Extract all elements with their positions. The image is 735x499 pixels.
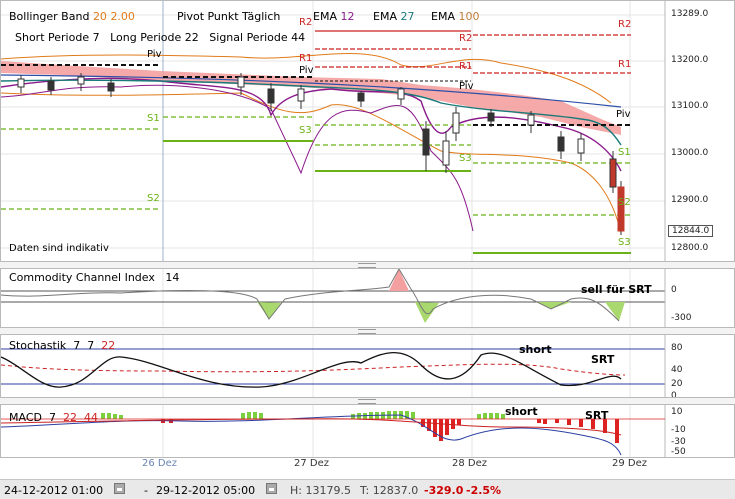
cci-axis: 0 -300	[671, 285, 692, 323]
tag-r1: R1	[459, 61, 473, 72]
stochastic-axis: 80 40 20 0	[671, 343, 683, 398]
calendar-icon[interactable]	[266, 483, 277, 494]
current-price-tag: 12844.0	[668, 225, 714, 237]
tag-s2: S2	[147, 193, 160, 204]
cci-label: Commodity Channel Index 14	[9, 271, 180, 284]
price-panel[interactable]: Bollinger Band 20 2.00 Pivot Punkt Tägli…	[0, 0, 735, 262]
tag-r2: R2	[618, 19, 632, 30]
price-axis: 13289.0 13200.0 13100.0 13000.0 12900.0 …	[665, 1, 734, 261]
tag-r2: R2	[459, 33, 473, 44]
macd-chart	[1, 405, 666, 457]
tag-s2: S2	[618, 197, 631, 208]
cci-annotation: sell für SRT	[581, 283, 652, 296]
calendar-icon[interactable]	[114, 483, 125, 494]
tag-s1: S1	[618, 147, 631, 158]
cci-panel[interactable]: Commodity Channel Index 14 sell für SRT …	[0, 268, 735, 328]
range-separator: -	[144, 484, 148, 497]
xaxis-date: 29 Dez	[612, 458, 648, 469]
xaxis-date: 28 Dez	[452, 458, 488, 469]
tag-s3: S3	[299, 125, 312, 136]
change-value: -329.0	[424, 484, 464, 497]
ema-100-label: EMA 100	[431, 10, 480, 23]
tag-r2: R2	[299, 17, 313, 28]
tag-r1: R1	[299, 53, 313, 64]
tag-s3: S3	[459, 153, 472, 164]
tag-piv: Piv	[459, 81, 474, 92]
status-bar: 24-12-2012 01:00 - 29-12-2012 05:00 H: 1…	[0, 479, 735, 499]
macd-params-label: Short Periode 7 Long Periode 22 Signal P…	[15, 31, 306, 44]
ema-12-label: EMA 12	[313, 10, 355, 23]
to-date[interactable]: 29-12-2012 05:00	[156, 484, 255, 497]
xaxis-date: 26 Dez	[142, 458, 178, 469]
stochastic-panel[interactable]: Stochastik 7 7 22 short SRT 80 40 20 0	[0, 334, 735, 398]
bollinger-label: Bollinger Band 20 2.00	[9, 10, 135, 23]
tag-piv: Piv	[299, 65, 314, 76]
stochastic-label: Stochastik 7 7 22	[9, 339, 116, 352]
tag-s3: S3	[618, 237, 631, 248]
stochastic-srt-annotation: SRT	[591, 353, 615, 366]
from-date[interactable]: 24-12-2012 01:00	[4, 484, 103, 497]
change-percent: -2.5%	[466, 484, 502, 497]
low-value: T: 12837.0	[360, 484, 419, 497]
ema-27-label: EMA 27	[373, 10, 415, 23]
macd-label: MACD 7 22 44	[9, 411, 98, 424]
macd-panel[interactable]: MACD 7 22 44 short SRT 10 -10 -30 -50	[0, 404, 735, 458]
pivot-label: Pivot Punkt Täglich	[177, 10, 281, 23]
macd-axis: 10 -10 -30 -50	[671, 407, 686, 457]
macd-short-annotation: short	[505, 405, 538, 418]
high-value: H: 13179.5	[290, 484, 351, 497]
disclaimer-text: Daten sind indikativ	[9, 243, 109, 254]
tag-r1: R1	[618, 59, 632, 70]
stochastic-short-annotation: short	[519, 343, 552, 356]
macd-srt-annotation: SRT	[585, 409, 609, 422]
tag-piv: Piv	[616, 109, 631, 120]
xaxis-date: 27 Dez	[294, 458, 330, 469]
tag-s1: S1	[147, 113, 160, 124]
tag-piv: Piv	[147, 49, 162, 60]
